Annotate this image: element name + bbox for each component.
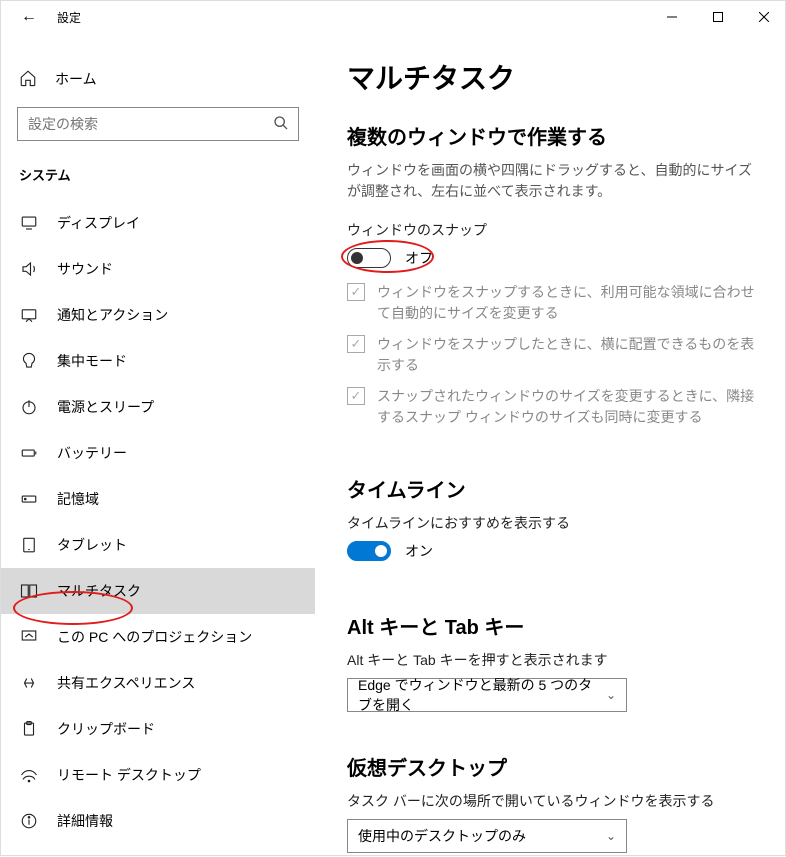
tablet-icon [19,536,39,554]
sidebar-nav: ディスプレイ サウンド 通知とアクション 集中モード 電源とスリープ バッテリー [1,200,315,844]
sidebar-item-display[interactable]: ディスプレイ [1,200,315,246]
sidebar-header-system: システム [1,151,315,200]
sidebar-item-label: ディスプレイ [57,213,140,233]
sidebar-item-label: マルチタスク [57,581,141,601]
sidebar-item-focus[interactable]: 集中モード [1,338,315,384]
snap-option-3: ✓ スナップされたウィンドウのサイズを変更するときに、隣接するスナップ ウィンド… [347,386,755,428]
sidebar-item-label: 集中モード [57,351,127,371]
sidebar-item-remote[interactable]: リモート デスクトップ [1,752,315,798]
project-icon [19,628,39,646]
sidebar-item-label: この PC へのプロジェクション [57,627,252,647]
alttab-dropdown-value: Edge でウィンドウと最新の 5 つのタブを開く [358,675,606,715]
page-title: マルチタスク [347,57,755,97]
clipboard-icon [19,720,39,738]
sidebar-item-tablet[interactable]: タブレット [1,522,315,568]
shared-icon [19,674,39,692]
minimize-button[interactable] [649,1,695,33]
section-alttab-title: Alt キーと Tab キー [347,611,755,640]
snap-option-3-label: スナップされたウィンドウのサイズを変更するときに、隣接するスナップ ウィンドウの… [377,386,755,428]
sidebar-item-label: バッテリー [57,443,127,463]
timeline-toggle[interactable] [347,541,391,561]
section-timeline-title: タイムライン [347,474,755,503]
remote-icon [19,766,39,784]
sidebar-item-label: 電源とスリープ [57,397,154,417]
titlebar: ← 設定 [1,1,786,33]
storage-icon [19,490,39,508]
multitask-icon [19,582,39,600]
snap-option-1: ✓ ウィンドウをスナップするときに、利用可能な領域に合わせて自動的にサイズを変更… [347,282,755,324]
snap-option-2: ✓ ウィンドウをスナップしたときに、横に配置できるものを表示する [347,334,755,376]
content-pane: マルチタスク 複数のウィンドウで作業する ウィンドウを画面の横や四隅にドラッグす… [315,33,786,857]
checkbox-icon: ✓ [347,335,365,353]
sidebar-item-label: リモート デスクトップ [57,765,201,785]
sidebar-item-power[interactable]: 電源とスリープ [1,384,315,430]
chevron-down-icon: ⌄ [606,688,616,702]
snap-option-1-label: ウィンドウをスナップするときに、利用可能な領域に合わせて自動的にサイズを変更する [377,282,755,324]
timeline-desc: タイムラインにおすすめを表示する [347,513,755,533]
alttab-desc: Alt キーと Tab キーを押すと表示されます [347,650,755,670]
timeline-state-label: オン [405,541,433,561]
sidebar-item-label: 詳細情報 [57,811,113,831]
vdesktop-dropdown[interactable]: 使用中のデスクトップのみ ⌄ [347,819,627,853]
sidebar-item-label: クリップボード [57,719,155,739]
section-windows-desc: ウィンドウを画面の横や四隅にドラッグすると、自動的にサイズが調整され、左右に並べ… [347,160,755,202]
sidebar-item-label: 共有エクスペリエンス [57,673,195,693]
sidebar-item-clipboard[interactable]: クリップボード [1,706,315,752]
close-button[interactable] [741,1,786,33]
notify-icon [19,306,39,324]
sidebar: ホーム システム ディスプレイ サウンド 通知とアクション [1,33,315,857]
sidebar-item-sound[interactable]: サウンド [1,246,315,292]
window-title: 設定 [57,9,81,26]
about-icon [19,812,39,830]
section-windows-title: 複数のウィンドウで作業する [347,121,755,150]
sidebar-item-multitask[interactable]: マルチタスク [1,568,315,614]
search-input[interactable] [17,107,299,141]
snap-label: ウィンドウのスナップ [347,220,755,240]
snap-toggle[interactable] [347,248,391,268]
sidebar-item-storage[interactable]: 記憶域 [1,476,315,522]
snap-state-label: オフ [405,248,433,268]
checkbox-icon: ✓ [347,283,365,301]
sidebar-item-about[interactable]: 詳細情報 [1,798,315,844]
vdesktop-desc: タスク バーに次の場所で開いているウィンドウを表示する [347,791,755,811]
chevron-down-icon: ⌄ [606,829,616,843]
back-button[interactable]: ← [13,1,45,33]
snap-option-2-label: ウィンドウをスナップしたときに、横に配置できるものを表示する [377,334,755,376]
section-vdesktop-title: 仮想デスクトップ [347,752,755,781]
power-icon [19,398,39,416]
sound-icon [19,260,39,278]
focus-icon [19,352,39,370]
sidebar-item-label: サウンド [57,259,113,279]
sidebar-home[interactable]: ホーム [1,57,315,101]
sidebar-item-notifications[interactable]: 通知とアクション [1,292,315,338]
sidebar-item-label: 記憶域 [57,489,99,509]
vdesktop-dropdown-value: 使用中のデスクトップのみ [358,826,526,846]
checkbox-icon: ✓ [347,387,365,405]
sidebar-item-project[interactable]: この PC へのプロジェクション [1,614,315,660]
sidebar-item-battery[interactable]: バッテリー [1,430,315,476]
sidebar-item-label: タブレット [57,535,127,555]
battery-icon [19,444,39,462]
maximize-button[interactable] [695,1,741,33]
display-icon [19,214,39,232]
sidebar-home-label: ホーム [55,69,97,89]
sidebar-item-shared[interactable]: 共有エクスペリエンス [1,660,315,706]
window-controls [649,1,786,33]
alttab-dropdown[interactable]: Edge でウィンドウと最新の 5 つのタブを開く ⌄ [347,678,627,712]
home-icon [19,69,37,90]
sidebar-item-label: 通知とアクション [57,305,168,325]
